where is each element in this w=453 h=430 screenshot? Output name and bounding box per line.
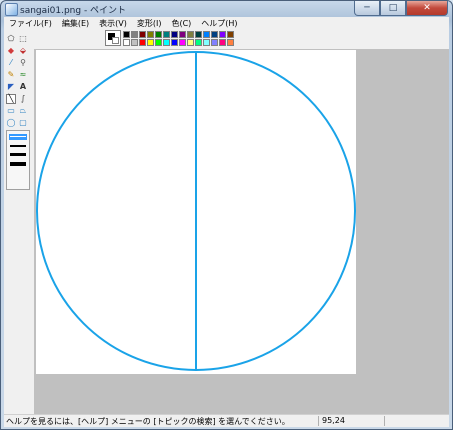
- eyedropper-icon[interactable]: ⁄: [6, 58, 16, 68]
- color-swatch[interactable]: [171, 39, 178, 46]
- color-swatch[interactable]: [203, 39, 210, 46]
- ellipse-icon[interactable]: ◯: [6, 118, 16, 128]
- eraser-icon[interactable]: ◆: [6, 46, 16, 56]
- client-area: ⬠ ⬚ ◆ ⬙ ⁄ ⚲ ✎ ≈ ◤ A ╲ ∫ ▭ ⏢ ◯ ▢: [4, 30, 449, 414]
- paint-app-icon[interactable]: [5, 3, 18, 16]
- color-swatch[interactable]: [195, 31, 202, 38]
- menu-edit[interactable]: 編集(E): [57, 18, 94, 29]
- line-width-options: [6, 130, 30, 190]
- fill-bucket-icon[interactable]: ⬙: [18, 46, 28, 56]
- background-color: [112, 37, 119, 44]
- polygon-icon[interactable]: ⏢: [18, 106, 28, 116]
- rounded-rect-icon[interactable]: ▢: [18, 118, 28, 128]
- color-swatch[interactable]: [203, 31, 210, 38]
- color-swatch[interactable]: [179, 31, 186, 38]
- paint-window: sangai01.png - ペイント ─ □ ✕ ファイル(F) 編集(E) …: [0, 0, 453, 430]
- menu-colors[interactable]: 色(C): [166, 18, 196, 29]
- menu-bar: ファイル(F) 編集(E) 表示(V) 変形(I) 色(C) ヘルプ(H): [4, 17, 449, 30]
- line-width-4[interactable]: [10, 162, 26, 166]
- curve-icon[interactable]: ∫: [18, 94, 28, 104]
- status-coordinates: 95,24: [322, 416, 345, 425]
- status-separator: [318, 416, 319, 426]
- color-swatch[interactable]: [227, 39, 234, 46]
- color-swatch[interactable]: [195, 39, 202, 46]
- color-swatch[interactable]: [227, 31, 234, 38]
- text-icon[interactable]: A: [18, 82, 28, 92]
- color-swatch[interactable]: [187, 39, 194, 46]
- color-swatch[interactable]: [219, 31, 226, 38]
- color-swatch[interactable]: [123, 39, 130, 46]
- color-swatch[interactable]: [155, 31, 162, 38]
- line-width-2[interactable]: [10, 145, 26, 147]
- color-swatch[interactable]: [131, 39, 138, 46]
- color-swatch[interactable]: [211, 31, 218, 38]
- status-bar: ヘルプを見るには、[ヘルプ] メニューの [トピックの検索] を選んでください。…: [4, 414, 449, 427]
- window-title: sangai01.png - ペイント: [20, 6, 127, 16]
- magnifier-icon[interactable]: ⚲: [18, 58, 28, 68]
- menu-help[interactable]: ヘルプ(H): [196, 18, 242, 29]
- color-swatch[interactable]: [163, 31, 170, 38]
- rect-select-icon[interactable]: ⬚: [18, 34, 28, 44]
- color-swatch[interactable]: [163, 39, 170, 46]
- color-swatch[interactable]: [147, 31, 154, 38]
- workspace: [34, 49, 449, 414]
- line-width-selected-highlight: [9, 134, 27, 140]
- color-swatch[interactable]: [171, 31, 178, 38]
- menu-image[interactable]: 変形(I): [132, 18, 167, 29]
- status-help-text: ヘルプを見るには、[ヘルプ] メニューの [トピックの検索] を選んでください。: [6, 417, 290, 426]
- line-icon[interactable]: ╲: [6, 94, 16, 104]
- menu-view[interactable]: 表示(V): [94, 18, 132, 29]
- close-button[interactable]: ✕: [406, 1, 448, 16]
- window-controls: ─ □ ✕: [354, 1, 448, 16]
- drawing-canvas[interactable]: [36, 50, 356, 374]
- pencil-icon[interactable]: ✎: [6, 70, 16, 80]
- color-swatch[interactable]: [139, 31, 146, 38]
- color-swatch[interactable]: [187, 31, 194, 38]
- color-swatch[interactable]: [155, 39, 162, 46]
- drawing: [36, 51, 356, 371]
- line-width-3[interactable]: [10, 153, 26, 156]
- color-swatch[interactable]: [131, 31, 138, 38]
- current-colors[interactable]: [105, 30, 121, 46]
- airbrush-icon[interactable]: ◤: [6, 82, 16, 92]
- status-separator: [384, 416, 385, 426]
- brush-icon[interactable]: ≈: [18, 70, 28, 80]
- line-width-1[interactable]: [10, 136, 26, 137]
- color-swatch[interactable]: [211, 39, 218, 46]
- menu-file[interactable]: ファイル(F): [4, 18, 57, 29]
- title-bar[interactable]: sangai01.png - ペイント ─ □ ✕: [1, 1, 452, 17]
- free-select-icon[interactable]: ⬠: [6, 34, 16, 44]
- rectangle-icon[interactable]: ▭: [6, 106, 16, 116]
- color-swatch[interactable]: [219, 39, 226, 46]
- color-swatch[interactable]: [147, 39, 154, 46]
- color-swatch[interactable]: [123, 31, 130, 38]
- maximize-button[interactable]: □: [380, 1, 406, 16]
- color-swatch[interactable]: [179, 39, 186, 46]
- minimize-button[interactable]: ─: [354, 1, 380, 16]
- color-swatch[interactable]: [139, 39, 146, 46]
